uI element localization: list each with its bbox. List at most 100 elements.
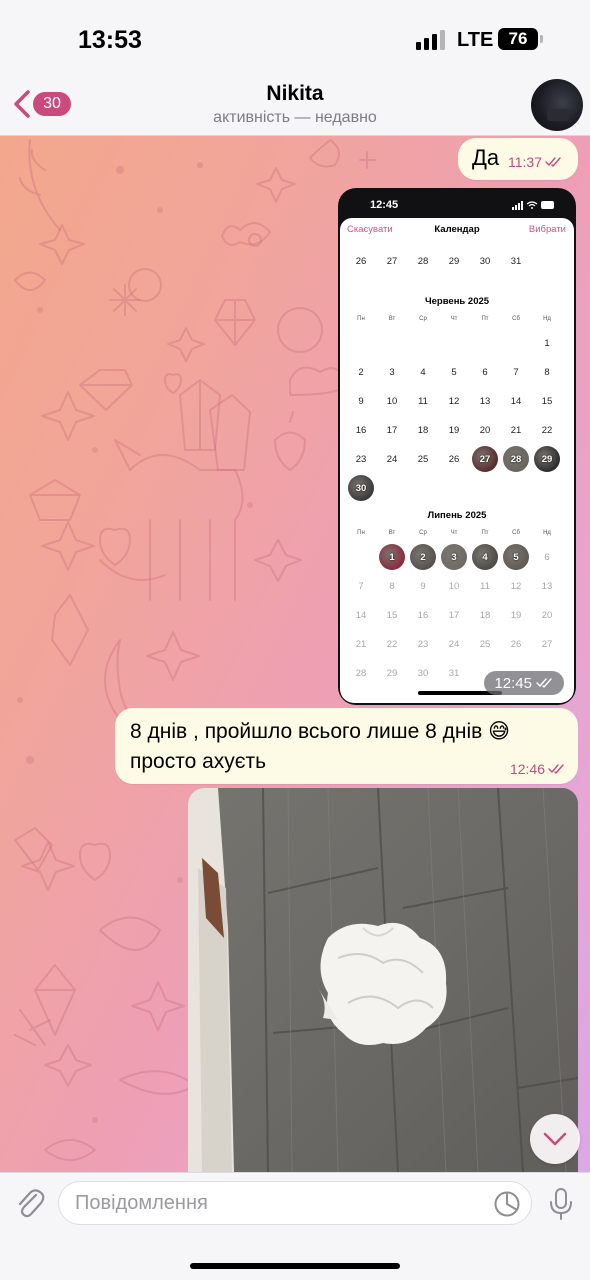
scroll-to-bottom-button[interactable] (530, 1114, 580, 1164)
calendar-photo-day: 28 (503, 446, 529, 472)
calendar-day: 4 (420, 367, 426, 378)
double-check-icon (536, 678, 552, 688)
calendar-photo-day: 2 (410, 544, 436, 570)
calendar-day: 13 (479, 396, 491, 407)
calendar-day: 10 (386, 396, 398, 407)
chat-title[interactable]: Nikita (0, 82, 590, 106)
calendar-day: 21 (355, 639, 367, 650)
calendar-day: 15 (541, 396, 553, 407)
calendar-day: 17 (386, 425, 398, 436)
calendar-day: 7 (358, 581, 364, 592)
calendar-day: 16 (355, 425, 367, 436)
calendar-day: 19 (448, 425, 460, 436)
message-meta: 12:46 (510, 761, 566, 777)
calendar-day: 9 (358, 396, 364, 407)
calendar-day: 11 (480, 581, 490, 592)
calendar-day: 11 (418, 396, 428, 407)
calendar-day: 8 (389, 581, 395, 592)
status-bar: 13:53 LTE 76 (0, 0, 590, 76)
calendar-photo-day: 1 (379, 544, 405, 570)
calendar-day: 8 (544, 367, 550, 378)
calendar-day: 6 (544, 552, 550, 563)
calendar-weekday: Пн (357, 316, 365, 322)
chevron-down-icon (543, 1132, 567, 1146)
home-indicator (190, 1263, 400, 1269)
message-bubble[interactable]: Да 11:37 (458, 138, 578, 180)
calendar-topbar: Скасувати Календар Вибрати (340, 218, 574, 240)
calendar-day: 30 (479, 256, 491, 267)
calendar-day: 31 (448, 668, 460, 679)
sticker-icon[interactable] (493, 1190, 521, 1218)
calendar-day: 22 (541, 425, 553, 436)
calendar-day: 12 (510, 581, 522, 592)
avatar[interactable] (531, 79, 583, 131)
calendar-weekday: Вт (388, 316, 396, 322)
calendar-photo-day: 27 (472, 446, 498, 472)
message-input-container[interactable] (58, 1181, 532, 1225)
calendar-photo-day: 30 (348, 475, 374, 501)
calendar-day: 18 (479, 610, 491, 621)
calendar-day: 18 (417, 425, 429, 436)
calendar-day: 21 (510, 425, 522, 436)
photo-message[interactable] (188, 788, 578, 1172)
calendar-day: 9 (420, 581, 426, 592)
calendar-weekday: Ср (419, 316, 427, 322)
mic-icon[interactable] (548, 1187, 574, 1221)
message-time: 12:45 (494, 674, 532, 692)
calendar-day: 10 (448, 581, 460, 592)
message-time: 11:37 (508, 154, 542, 170)
message-meta: 11:37 (508, 154, 563, 170)
calendar-day: 15 (386, 610, 398, 621)
month-title-june: Червень 2025 (424, 296, 490, 307)
calendar-day: 7 (513, 367, 519, 378)
message-input[interactable] (75, 1182, 475, 1224)
calendar-weekday: Сб (512, 316, 520, 322)
calendar-day: 27 (541, 639, 553, 650)
battery-icon: 76 (498, 28, 543, 50)
message-text: 8 днів , пройшло всього лише 8 днів 😅 пр… (130, 720, 511, 773)
screenshot-status-icons (512, 201, 554, 210)
calendar-photo-day: 29 (534, 446, 560, 472)
calendar-day: 14 (510, 396, 522, 407)
calendar-day: 1 (544, 338, 550, 349)
calendar-day: 3 (389, 367, 395, 378)
message-meta: 12:45 (484, 671, 564, 695)
calendar-weekday: Ср (419, 530, 427, 536)
calendar-day: 13 (541, 581, 553, 592)
calendar-day: 24 (448, 639, 460, 650)
calendar-day: 26 (448, 454, 460, 465)
month-title-july: Липень 2025 (427, 510, 487, 521)
cellular-signal-icon (416, 30, 445, 50)
double-check-icon (548, 764, 564, 774)
screenshot-status-bar: 12:45 (338, 188, 576, 222)
calendar-day: 19 (510, 610, 522, 621)
message-bubble[interactable]: 8 днів , пройшло всього лише 8 днів 😅 пр… (115, 708, 578, 784)
calendar-day: 12 (448, 396, 460, 407)
calendar-day: 25 (479, 639, 491, 650)
calendar-weekday: Пт (481, 316, 489, 322)
calendar-weekday: Нд (543, 530, 551, 536)
calendar-day: 5 (451, 367, 457, 378)
calendar-day: 29 (386, 668, 398, 679)
calendar-day: 16 (417, 610, 429, 621)
chat-header: 30 Nikita активність — недавно (0, 76, 590, 136)
calendar-day: 22 (386, 639, 398, 650)
message-time: 12:46 (509, 761, 545, 777)
photo-image (188, 788, 578, 1172)
attach-icon[interactable] (14, 1185, 46, 1221)
calendar-weekday: Чт (450, 316, 458, 322)
message-text: Да (472, 145, 500, 170)
calendar-photo-day: 5 (503, 544, 529, 570)
calendar-day: 17 (448, 610, 460, 621)
calendar-day: 25 (417, 454, 429, 465)
calendar-day: 23 (417, 639, 429, 650)
calendar-day: 31 (510, 256, 522, 267)
calendar-day: 29 (448, 256, 460, 267)
calendar-weekday: Чт (450, 530, 458, 536)
double-check-icon (545, 157, 561, 167)
screenshot-message[interactable]: 12:45 Скасувати Календар Вибрати Червень… (338, 188, 576, 705)
calendar-day: 30 (417, 668, 429, 679)
calendar-weekday: Пт (481, 530, 489, 536)
calendar-weekday: Сб (512, 530, 520, 536)
calendar-weekday: Нд (543, 316, 551, 322)
